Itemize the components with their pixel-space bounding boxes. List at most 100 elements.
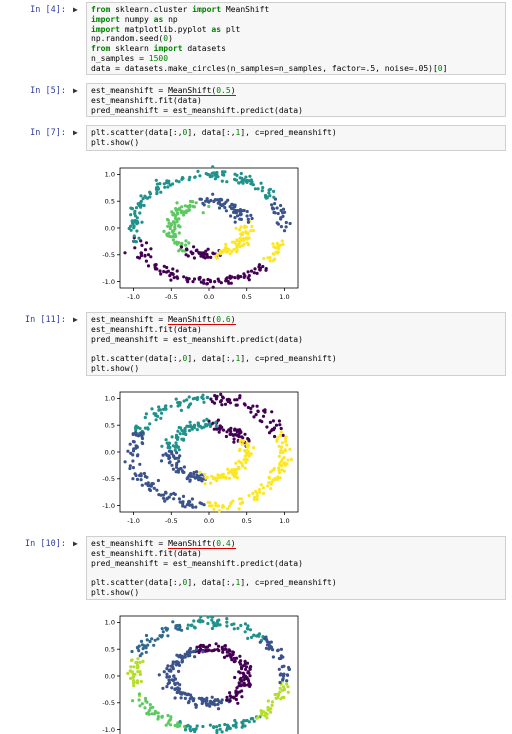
scatter-point: [197, 276, 201, 280]
scatter-point: [144, 241, 149, 245]
scatter-point: [188, 199, 193, 203]
scatter-point: [165, 232, 169, 236]
scatter-point: [162, 270, 166, 274]
scatter-point: [182, 399, 186, 403]
scatter-point: [168, 227, 172, 231]
run-cell-icon[interactable]: ▶: [73, 128, 78, 137]
scatter-point: [138, 672, 142, 676]
scatter-point: [272, 195, 276, 199]
scatter-point: [230, 240, 235, 244]
scatter-point: [173, 677, 177, 681]
code-token: 0.6: [216, 315, 231, 325]
scatter-point: [210, 702, 215, 706]
scatter-point: [171, 267, 175, 271]
scatter-point: [163, 185, 167, 189]
scatter-point: [245, 209, 249, 214]
scatter-point: [277, 471, 282, 475]
scatter-point: [217, 430, 221, 434]
scatter-point: [195, 724, 199, 728]
scatter-point: [168, 234, 172, 238]
scatter-point: [164, 490, 168, 494]
scatter-point: [246, 445, 250, 449]
scatter-point: [219, 281, 223, 285]
scatter-point: [252, 719, 256, 723]
plot-frame: [119, 615, 299, 734]
code-input[interactable]: plt.scatter(data[:,0], data[:,1], c=pred…: [86, 125, 506, 151]
scatter-point: [182, 213, 186, 217]
scatter-point: [277, 244, 281, 248]
scatter-point: [179, 696, 183, 700]
scatter-point: [251, 404, 255, 408]
scatter-point: [268, 259, 272, 263]
x-tick-label: 1.0: [279, 517, 289, 524]
scatter-plot: -1.0 -0.5 0.0 0.5 1.0 1.0 0.5 0.0 -0.5 -1.0: [102, 391, 299, 524]
scatter-point: [245, 214, 249, 218]
scatter-point: [170, 463, 174, 467]
code-input[interactable]: from sklearn.cluster import MeanShift imp…: [86, 2, 506, 75]
scatter-point: [166, 454, 170, 458]
scatter-point: [192, 649, 196, 654]
scatter-point: [218, 723, 222, 728]
scatter-point: [237, 448, 242, 453]
scatter-point: [129, 665, 133, 669]
scatter-point: [190, 503, 194, 507]
scatter-point: [236, 214, 240, 218]
run-cell-icon[interactable]: ▶: [73, 539, 78, 548]
scatter-point: [205, 282, 209, 286]
x-tick-label: 0.0: [204, 517, 214, 524]
scatter-point: [213, 477, 217, 481]
x-tick-label: -0.5: [165, 293, 178, 300]
scatter-point: [272, 252, 276, 256]
scatter-point: [265, 196, 269, 200]
scatter-point: [226, 725, 230, 729]
scatter-point: [279, 430, 283, 434]
code-token: plt.scatter(data[:,: [91, 578, 183, 588]
scatter-point: [128, 464, 132, 468]
code-input[interactable]: est_meanshift = MeanShift(0.5) est_meansh…: [86, 83, 506, 117]
scatter-point: [216, 201, 220, 205]
scatter-point: [189, 650, 193, 654]
scatter-point: [279, 647, 283, 651]
code-input[interactable]: est_meanshift = MeanShift(0.6) est_meansh…: [86, 312, 506, 376]
scatter-point: [136, 202, 140, 206]
scatter-point: [246, 636, 250, 640]
scatter-point: [213, 280, 217, 284]
scatter-point: [171, 620, 175, 624]
scatter-plot: 1.0 0.5 0.0 -0.5 -1.0: [102, 615, 299, 734]
scatter-point: [245, 626, 249, 631]
scatter-point: [219, 197, 223, 201]
scatter-point: [165, 181, 169, 185]
scatter-point: [150, 712, 154, 716]
code-token: 0.4: [216, 539, 231, 549]
code-line: est_meanshift = MeanShift(0.4): [91, 539, 501, 549]
scatter-point: [148, 422, 152, 426]
scatter-point: [198, 618, 202, 622]
scatter-point: [210, 695, 214, 699]
scatter-point: [175, 451, 179, 455]
scatter-point: [176, 435, 180, 440]
scatter-point: [233, 675, 237, 680]
scatter-point: [232, 627, 236, 631]
code-token: np: [163, 14, 178, 24]
scatter-point: [128, 466, 132, 471]
code-input[interactable]: est_meanshift = MeanShift(0.4) est_meansh…: [86, 536, 506, 600]
scatter-point: [188, 697, 192, 701]
scatter-point: [270, 703, 274, 707]
code-token: matplotlib.pyplot: [119, 24, 212, 34]
scatter-point: [210, 504, 214, 508]
scatter-point: [246, 217, 250, 221]
scatter-point: [210, 618, 214, 622]
scatter-point: [285, 673, 289, 677]
scatter-point: [126, 671, 130, 675]
scatter-point: [225, 617, 229, 621]
run-cell-icon[interactable]: ▶: [73, 315, 78, 324]
run-cell-icon[interactable]: ▶: [73, 5, 78, 14]
scatter-point: [177, 459, 181, 463]
scatter-point: [238, 428, 242, 433]
code-token: 0.5: [216, 86, 231, 96]
run-cell-icon[interactable]: ▶: [73, 86, 78, 95]
scatter-point: [238, 208, 242, 212]
scatter-point: [278, 463, 282, 467]
code-line: plt.show(): [91, 588, 501, 598]
scatter-point: [131, 477, 135, 481]
